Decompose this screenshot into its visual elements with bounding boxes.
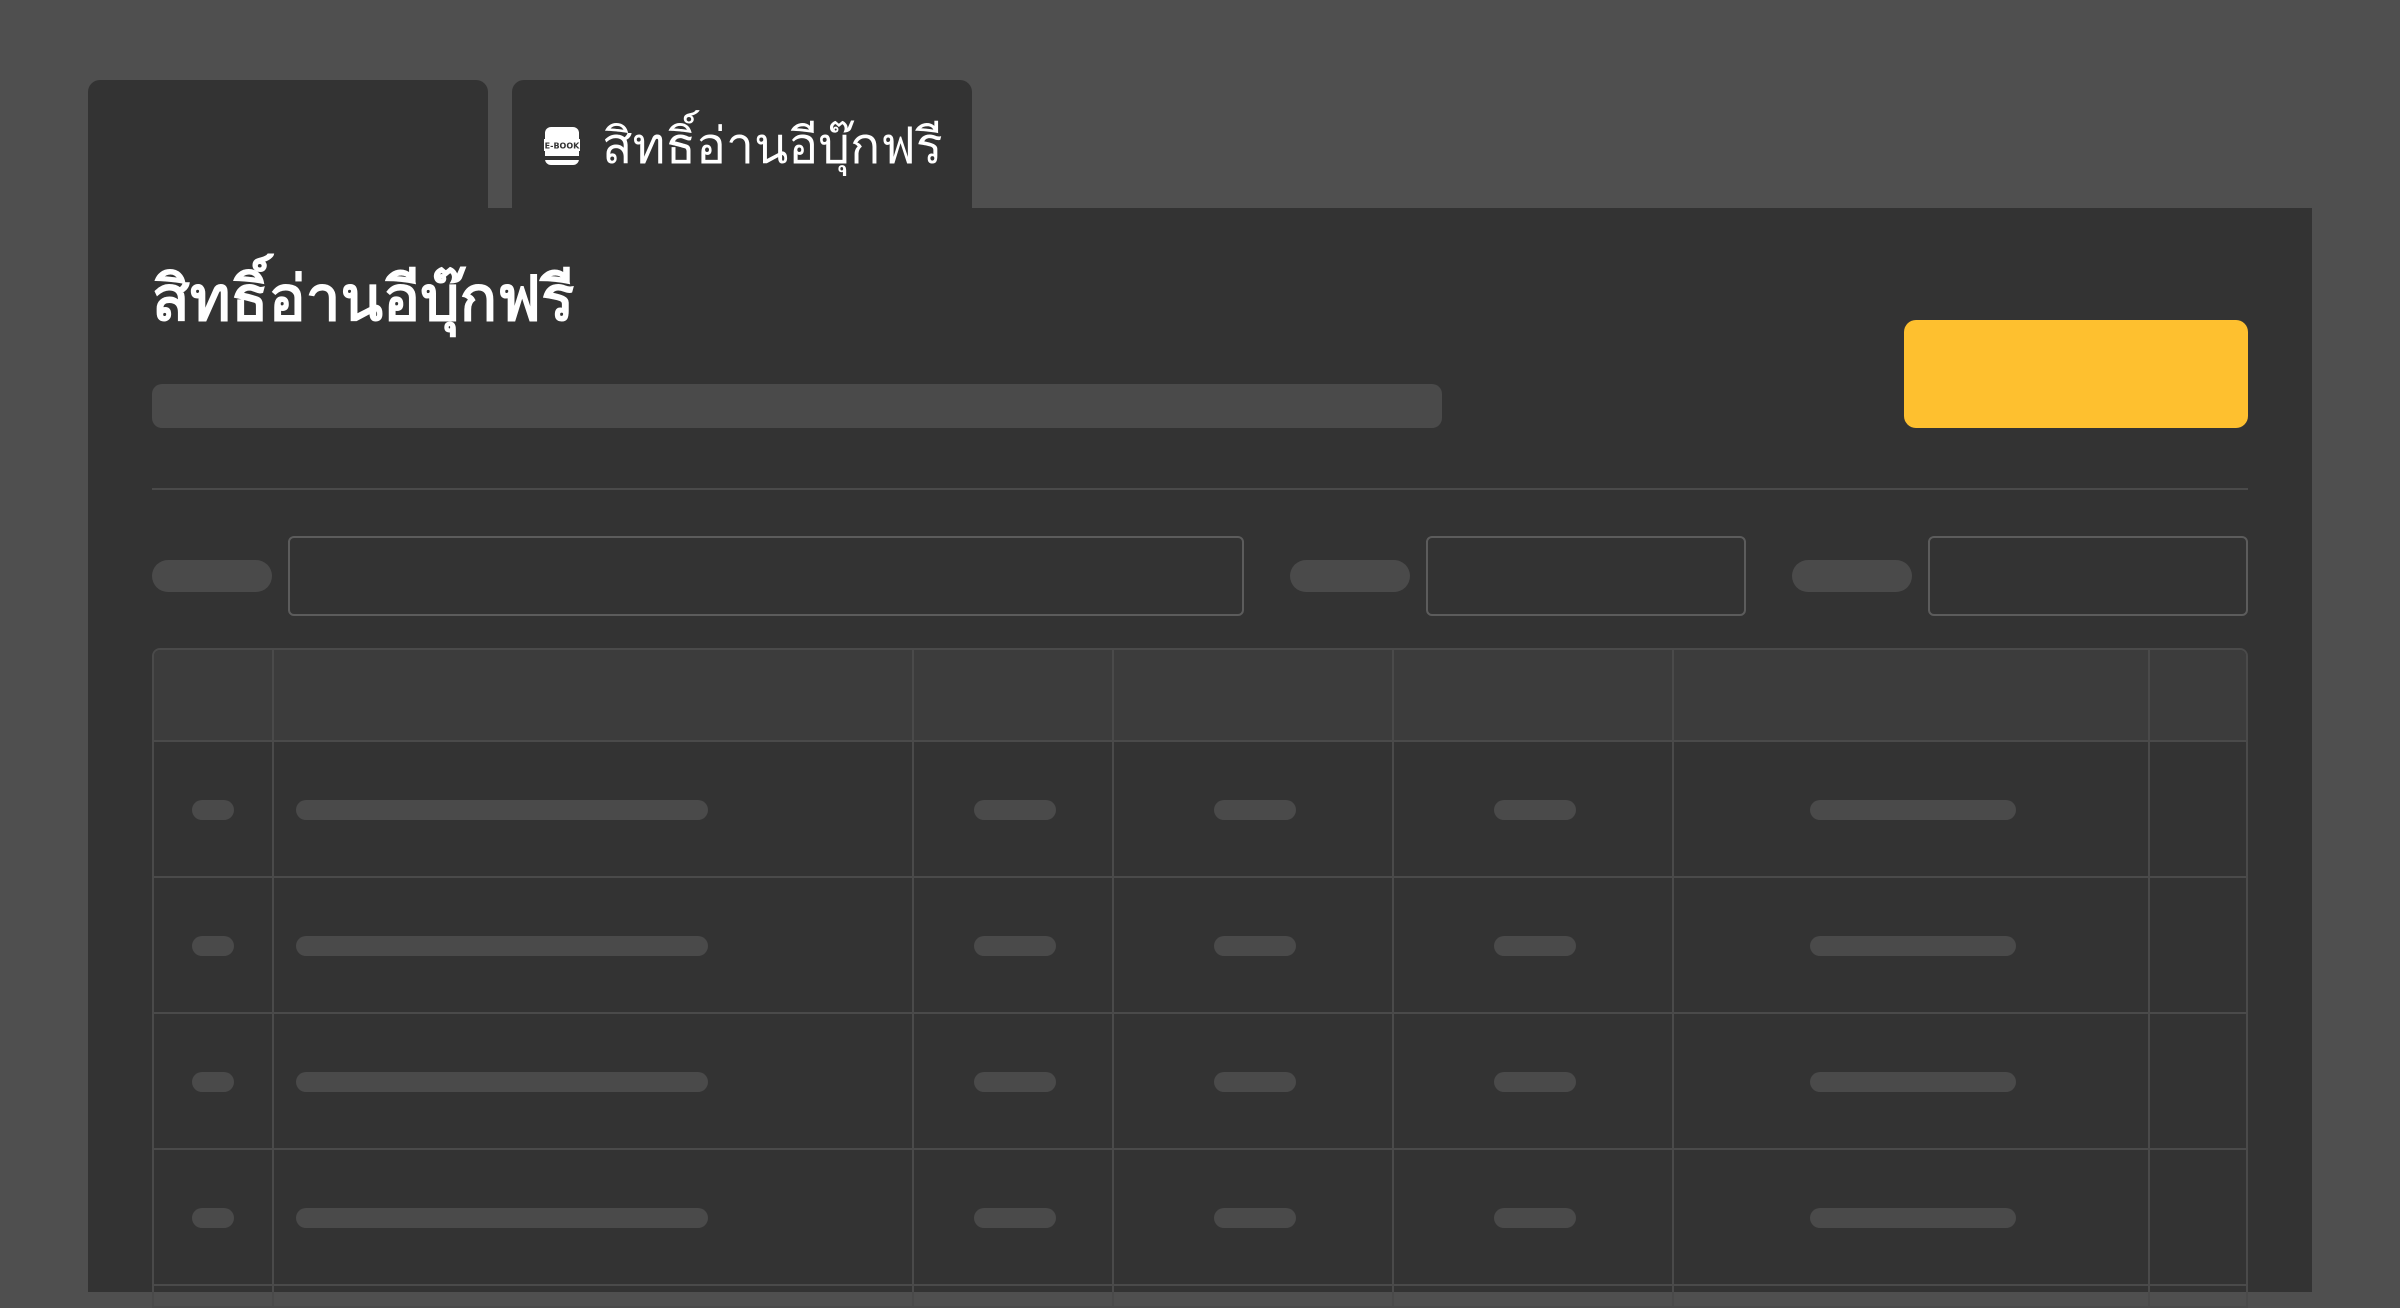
data-table — [152, 648, 2248, 1308]
cell-placeholder — [1810, 1072, 2016, 1092]
cell-placeholder — [1810, 936, 2016, 956]
cell-placeholder — [1494, 1072, 1576, 1092]
tab-free-ebook-rights[interactable]: E-BOOK สิทธิ์อ่านอีบุ๊กฟรี — [512, 80, 972, 212]
cell-placeholder — [974, 800, 1056, 820]
search-input[interactable] — [288, 536, 1244, 616]
cell-placeholder — [974, 1072, 1056, 1092]
cell-placeholder — [974, 936, 1056, 956]
cell-placeholder — [974, 1208, 1056, 1228]
header-divider — [152, 488, 2248, 490]
cell-placeholder — [192, 936, 234, 956]
column-divider — [1392, 650, 1394, 1306]
filter-1-input[interactable] — [1426, 536, 1746, 616]
subtitle-placeholder — [152, 384, 1442, 428]
tab-label: สิทธิ์อ่านอีบุ๊กฟรี — [602, 117, 943, 175]
content-panel: สิทธิ์อ่านอีบุ๊กฟรี — [88, 208, 2312, 1308]
cell-placeholder — [296, 1072, 708, 1092]
cell-placeholder — [1214, 1208, 1296, 1228]
column-divider — [912, 650, 914, 1306]
column-divider — [1672, 650, 1674, 1306]
ebook-icon: E-BOOK — [544, 126, 580, 166]
cell-placeholder — [192, 800, 234, 820]
cell-placeholder — [1214, 1072, 1296, 1092]
cell-placeholder — [1494, 1208, 1576, 1228]
page-title: สิทธิ์อ่านอีบุ๊กฟรี — [152, 262, 575, 335]
svg-text:E-BOOK: E-BOOK — [545, 142, 580, 151]
table-row[interactable] — [154, 742, 2246, 878]
cell-placeholder — [1214, 936, 1296, 956]
table-row[interactable] — [154, 1014, 2246, 1150]
cell-placeholder — [1810, 800, 2016, 820]
column-divider — [1112, 650, 1114, 1306]
cell-placeholder — [192, 1208, 234, 1228]
cell-placeholder — [296, 800, 708, 820]
filter-2-input[interactable] — [1928, 536, 2248, 616]
filter-2-label-placeholder — [1792, 560, 1912, 592]
cell-placeholder — [296, 936, 708, 956]
table-row[interactable] — [154, 878, 2246, 1014]
cell-placeholder — [1494, 936, 1576, 956]
column-divider — [2148, 650, 2150, 1306]
cell-placeholder — [1810, 1208, 2016, 1228]
primary-action-button[interactable] — [1904, 320, 2248, 428]
search-label-placeholder — [152, 560, 272, 592]
cell-placeholder — [192, 1072, 234, 1092]
table-row[interactable] — [154, 1150, 2246, 1286]
filter-1-label-placeholder — [1290, 560, 1410, 592]
column-divider — [272, 650, 274, 1306]
cell-placeholder — [1214, 800, 1296, 820]
table-header — [154, 650, 2246, 742]
cell-placeholder — [1494, 800, 1576, 820]
cell-placeholder — [296, 1208, 708, 1228]
